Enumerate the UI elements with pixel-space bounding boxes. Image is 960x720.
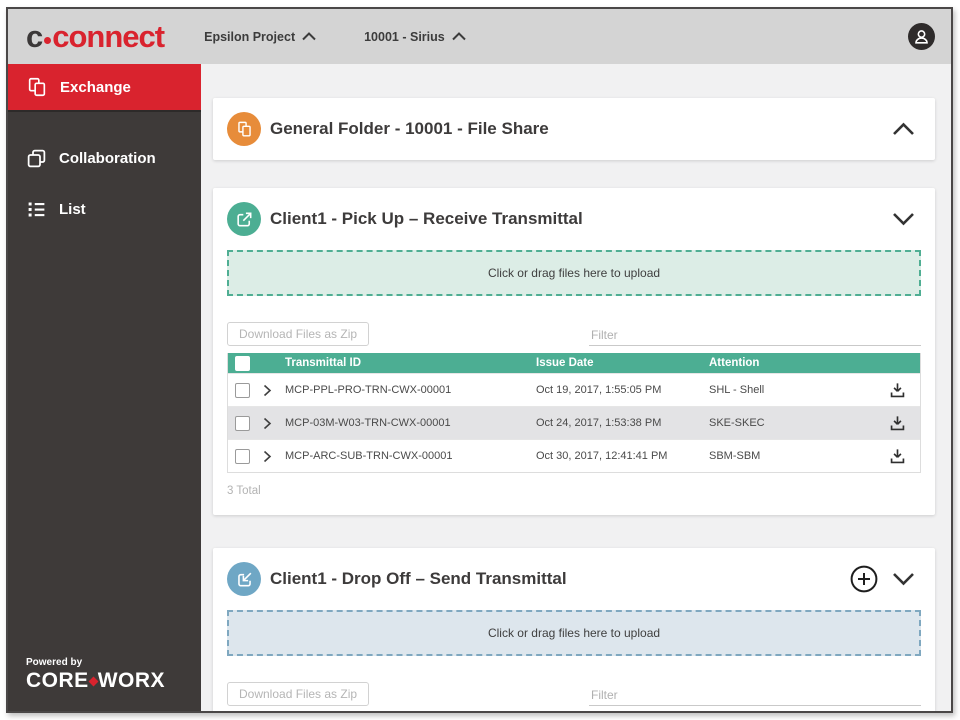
filter-input[interactable] [589,685,921,706]
sidebar-item-label: List [59,200,86,218]
collapse-chevron-up-icon[interactable] [892,122,915,136]
exchange-documents-icon [28,77,46,97]
user-icon [915,30,928,44]
expand-row-chevron-icon[interactable] [263,450,272,463]
context-dropdown-label: 10001 - Sirius [364,29,445,44]
column-header-issue-date: Issue Date [536,357,594,369]
transmittal-table: Transmittal ID Issue Date Attention MCP-… [227,353,921,473]
sidebar-item-label: Exchange [60,78,131,96]
top-header: c connect Epsilon Project 10001 - Sirius [8,9,951,64]
cell-attention: SBM-SBM [709,450,761,462]
cell-transmittal-id: MCP-PPL-PRO-TRN-CWX-00001 [285,384,452,396]
cell-issue-date: Oct 30, 2017, 12:41:41 PM [536,450,668,462]
cell-attention: SHL - Shell [709,384,765,396]
logo-text-rest: connect [52,19,165,54]
general-folder-badge [227,112,261,146]
cell-attention: SKE-SKEC [709,417,765,429]
panel-pick-up: Client1 - Pick Up – Receive Transmittal … [213,188,935,515]
context-dropdown[interactable]: 10001 - Sirius [364,30,466,44]
coreworx-logo: CORE WORX [26,669,165,693]
select-all-checkbox[interactable] [235,355,250,371]
row-checkbox[interactable] [235,382,250,398]
logo-dot-icon [44,37,52,44]
coreworx-logo-left: CORE [26,669,89,692]
filter-input[interactable] [589,325,921,346]
download-icon[interactable] [888,414,907,433]
expand-row-chevron-icon[interactable] [263,384,272,397]
panel-title: Client1 - Drop Off – Send Transmittal [270,569,567,588]
powered-by-branding: Powered by CORE WORX [26,657,165,693]
expand-chevron-down-icon[interactable] [892,212,915,226]
chevron-up-icon [452,32,466,41]
coreworx-diamond-icon [88,676,99,686]
collaboration-icon [27,149,46,167]
main-content: General Folder - 10001 - File Share Clie… [201,64,951,711]
panel-general-folder: General Folder - 10001 - File Share [213,98,935,160]
pick-up-badge [227,202,261,236]
file-share-icon [237,121,251,137]
table-total-count: 3 Total [227,485,261,497]
cell-transmittal-id: MCP-ARC-SUB-TRN-CWX-00001 [285,450,453,462]
column-header-transmittal-id: Transmittal ID [285,357,362,369]
sidebar-item-collaboration[interactable]: Collaboration [8,136,201,180]
cell-issue-date: Oct 19, 2017, 1:55:05 PM [536,384,662,396]
table-row[interactable]: MCP-ARC-SUB-TRN-CWX-00001 Oct 30, 2017, … [228,439,920,472]
project-dropdown[interactable]: Epsilon Project [204,30,316,44]
coreworx-logo-right: WORX [97,669,166,692]
sidebar-item-label: Collaboration [59,149,156,167]
cell-issue-date: Oct 24, 2017, 1:53:38 PM [536,417,662,429]
user-avatar-button[interactable] [908,23,935,50]
download-zip-button[interactable]: Download Files as Zip [227,322,370,346]
project-dropdown-label: Epsilon Project [204,29,296,44]
sidebar-nav: Exchange Collaboration List Powered by C… [8,64,201,711]
upload-dropzone-drop-off[interactable]: Click or drag files here to upload [227,610,921,656]
upload-dropzone-text: Click or drag files here to upload [487,266,661,280]
panel-title: General Folder - 10001 - File Share [270,119,549,138]
table-row[interactable]: MCP-PPL-PRO-TRN-CWX-00001 Oct 19, 2017, … [228,373,920,406]
download-icon[interactable] [888,447,907,466]
pick-up-export-icon [236,212,251,226]
sidebar-item-list[interactable]: List [8,187,201,231]
upload-dropzone-text: Click or drag files here to upload [487,626,661,640]
table-row[interactable]: MCP-03M-W03-TRN-CWX-00001 Oct 24, 2017, … [228,406,920,439]
chevron-up-icon [302,32,316,41]
add-transmittal-button[interactable] [850,565,878,593]
logo-text-first: c [26,19,43,54]
column-header-attention: Attention [709,357,760,369]
row-checkbox[interactable] [235,448,250,464]
drop-off-import-icon [237,572,251,586]
panel-drop-off: Client1 - Drop Off – Send Transmittal Cl… [213,548,935,711]
row-checkbox[interactable] [235,415,250,431]
app-window: c connect Epsilon Project 10001 - Sirius [6,7,953,713]
drop-off-badge [227,562,261,596]
panel-title: Client1 - Pick Up – Receive Transmittal [270,209,583,228]
table-header-row: Transmittal ID Issue Date Attention [228,353,920,373]
expand-chevron-down-icon[interactable] [892,572,915,586]
sidebar-item-exchange[interactable]: Exchange [8,64,201,112]
download-zip-button[interactable]: Download Files as Zip [227,682,370,706]
upload-dropzone-pick-up[interactable]: Click or drag files here to upload [227,250,921,296]
list-icon [28,202,45,216]
cell-transmittal-id: MCP-03M-W03-TRN-CWX-00001 [285,417,451,429]
app-logo[interactable]: c connect [26,19,165,54]
expand-row-chevron-icon[interactable] [263,417,272,430]
download-icon[interactable] [888,381,907,400]
powered-by-label: Powered by [26,657,83,668]
